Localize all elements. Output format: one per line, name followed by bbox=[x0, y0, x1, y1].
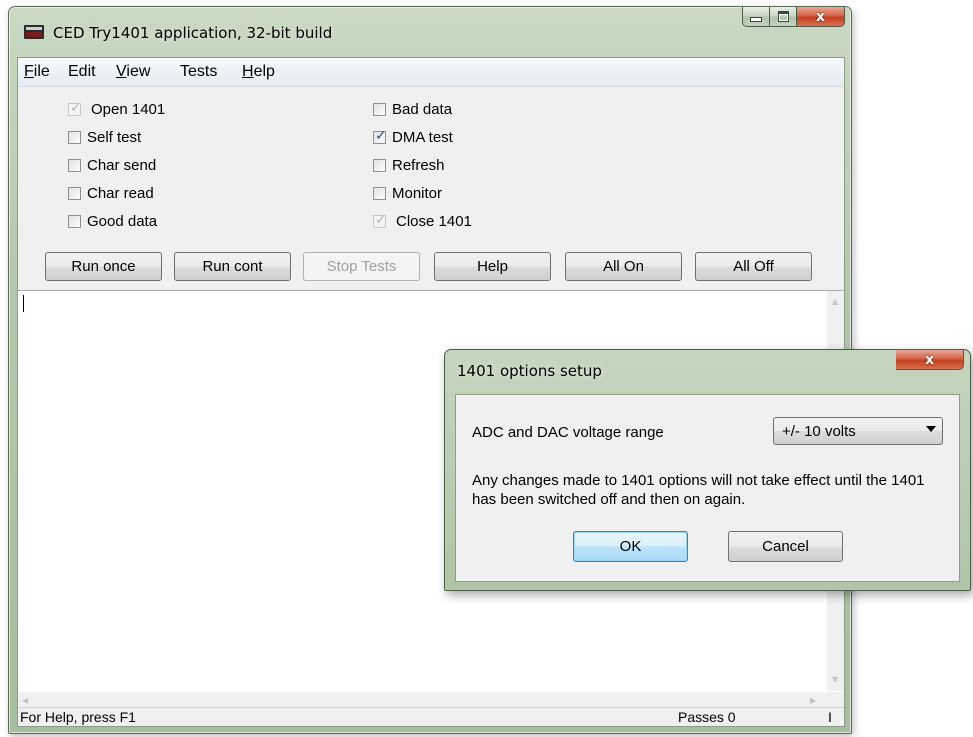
checkbox-good-data[interactable]: Good data bbox=[68, 213, 157, 230]
checkbox-char-send-label: Char send bbox=[87, 157, 157, 174]
status-extra: I bbox=[828, 709, 832, 725]
scroll-left-icon[interactable]: ◀ bbox=[22, 696, 28, 705]
all-off-button[interactable]: All Off bbox=[695, 252, 812, 281]
checkbox-close-1401-label: Close 1401 bbox=[396, 213, 472, 230]
checkbox-refresh-label: Refresh bbox=[392, 157, 445, 174]
title-bar[interactable]: CED Try1401 application, 32-bit build x bbox=[9, 7, 851, 55]
checkbox-char-send[interactable]: Char send bbox=[68, 157, 156, 174]
checkbox-self-test-box bbox=[68, 131, 81, 144]
caption-buttons: x bbox=[742, 7, 845, 29]
ok-button[interactable]: OK bbox=[573, 531, 688, 562]
test-options: ✓ Open 1401 Self test Char send Char rea… bbox=[18, 86, 844, 236]
menu-view-rest: iew bbox=[126, 63, 151, 80]
cancel-button[interactable]: Cancel bbox=[728, 531, 843, 562]
dialog-body: ADC and DAC voltage range +/- 10 volts A… bbox=[455, 394, 960, 582]
menu-file-accel: F bbox=[24, 63, 34, 80]
window-title: CED Try1401 application, 32-bit build bbox=[53, 24, 333, 42]
close-icon: x bbox=[815, 8, 826, 25]
checkbox-monitor-label: Monitor bbox=[392, 185, 443, 202]
status-help-text: For Help, press F1 bbox=[20, 709, 136, 725]
checkbox-dma-test-box: ✓ bbox=[373, 128, 387, 144]
menu-help-accel: H bbox=[242, 63, 254, 80]
checkbox-char-read-label: Char read bbox=[87, 185, 154, 202]
checkbox-dma-test[interactable]: ✓ DMA test bbox=[373, 128, 453, 146]
menu-bar: File Edit View Tests Help bbox=[18, 58, 844, 87]
scroll-right-icon[interactable]: ▶ bbox=[810, 696, 816, 705]
checkbox-monitor-box bbox=[373, 187, 386, 200]
checkbox-dma-test-label: DMA test bbox=[392, 129, 453, 146]
checkbox-open-1401-box: ✓ bbox=[68, 100, 82, 116]
checkbox-char-send-box bbox=[68, 159, 81, 172]
stop-tests-button[interactable]: Stop Tests bbox=[303, 252, 420, 281]
checkbox-self-test-label: Self test bbox=[87, 129, 142, 146]
menu-help[interactable]: Help bbox=[242, 63, 275, 81]
options-dialog: 1401 options setup x ADC and DAC voltage… bbox=[444, 349, 971, 591]
checkbox-monitor[interactable]: Monitor bbox=[373, 185, 442, 202]
minimize-button[interactable] bbox=[742, 7, 770, 27]
maximize-button[interactable] bbox=[770, 7, 797, 27]
status-passes: Passes 0 bbox=[678, 709, 736, 725]
menu-edit[interactable]: Edit bbox=[68, 63, 96, 81]
app-icon bbox=[24, 25, 44, 39]
checkmark-icon: ✓ bbox=[70, 100, 82, 116]
checkbox-char-read[interactable]: Char read bbox=[68, 185, 154, 202]
help-button[interactable]: Help bbox=[434, 252, 551, 281]
checkmark-icon: ✓ bbox=[375, 128, 387, 144]
menu-view[interactable]: View bbox=[116, 63, 150, 81]
voltage-range-select[interactable]: +/- 10 volts bbox=[773, 417, 943, 445]
checkbox-open-1401-label: Open 1401 bbox=[91, 101, 166, 118]
run-once-button[interactable]: Run once bbox=[45, 252, 162, 281]
checkmark-icon: ✓ bbox=[375, 212, 387, 228]
checkbox-good-data-label: Good data bbox=[87, 213, 158, 230]
menu-tests[interactable]: Tests bbox=[180, 63, 217, 81]
checkbox-bad-data-label: Bad data bbox=[392, 101, 453, 118]
run-cont-button[interactable]: Run cont bbox=[174, 252, 291, 281]
checkbox-close-1401[interactable]: ✓ Close 1401 bbox=[373, 212, 472, 230]
status-bar: For Help, press F1 Passes 0 I bbox=[18, 707, 844, 726]
checkbox-good-data-box bbox=[68, 215, 81, 228]
menu-file[interactable]: File bbox=[24, 63, 50, 81]
voltage-range-label: ADC and DAC voltage range bbox=[472, 424, 664, 441]
checkbox-bad-data[interactable]: Bad data bbox=[373, 101, 452, 118]
checkbox-open-1401[interactable]: ✓ Open 1401 bbox=[68, 100, 166, 118]
checkbox-refresh[interactable]: Refresh bbox=[373, 157, 445, 174]
menu-help-rest: elp bbox=[253, 63, 275, 80]
dialog-message: Any changes made to 1401 options will no… bbox=[472, 472, 925, 508]
checkbox-close-1401-box: ✓ bbox=[373, 212, 387, 228]
checkbox-refresh-box bbox=[373, 159, 386, 172]
dialog-title: 1401 options setup bbox=[457, 362, 602, 380]
scroll-up-icon[interactable]: ▲ bbox=[832, 297, 838, 306]
checkbox-self-test[interactable]: Self test bbox=[68, 129, 141, 146]
text-caret bbox=[23, 295, 24, 312]
voltage-range-value: +/- 10 volts bbox=[782, 423, 856, 440]
close-button[interactable]: x bbox=[797, 7, 845, 27]
checkbox-bad-data-box bbox=[373, 103, 386, 116]
scroll-down-icon[interactable]: ▼ bbox=[832, 675, 838, 684]
checkbox-char-read-box bbox=[68, 187, 81, 200]
close-icon: x bbox=[924, 351, 935, 368]
minimize-icon bbox=[750, 17, 762, 22]
menu-file-rest: ile bbox=[33, 63, 50, 80]
menu-view-accel: V bbox=[116, 63, 127, 80]
chevron-down-icon bbox=[926, 426, 936, 432]
maximize-icon bbox=[777, 11, 789, 22]
all-on-button[interactable]: All On bbox=[565, 252, 682, 281]
dialog-close-button[interactable]: x bbox=[896, 350, 964, 370]
